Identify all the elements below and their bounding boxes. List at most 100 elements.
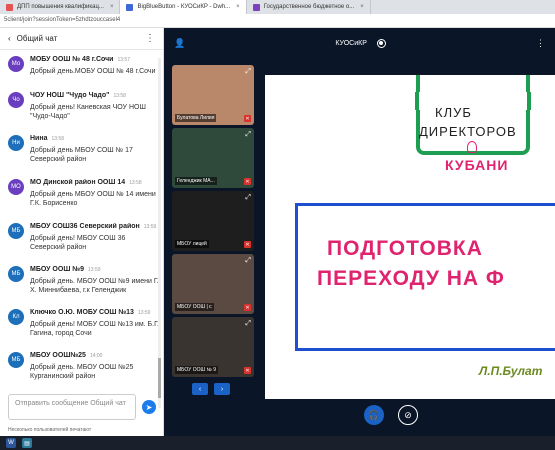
mic-off-icon: ✕ xyxy=(244,304,251,311)
participant-name: Булатова Лилия xyxy=(175,114,217,122)
close-icon[interactable]: × xyxy=(360,4,364,10)
browser-tab-bar: ДПП повышения квалификац... × BigBlueButt… xyxy=(0,0,555,14)
message-time: 13:59 xyxy=(143,224,157,230)
video-pager: ‹ › xyxy=(192,383,230,395)
typing-indicator: Несколько пользователей печатают xyxy=(8,427,92,433)
chat-scrollbar[interactable] xyxy=(158,58,161,408)
message-text: Добрый день. МБОУ ООШ №25 Курганинский р… xyxy=(30,364,134,380)
video-tile[interactable]: ⤢ МБОУ ООШ | с ✕ xyxy=(172,254,254,314)
browser-tab-dpp[interactable]: ДПП повышения квалификац... × xyxy=(0,0,121,14)
tab-label: ДПП повышения квалификац... xyxy=(17,4,104,10)
scroll-thumb[interactable] xyxy=(158,358,161,398)
users-icon[interactable]: 👤 xyxy=(174,38,185,49)
avatar: Мо xyxy=(8,56,24,72)
next-page-button[interactable]: › xyxy=(214,383,230,395)
message-time: 13:58 xyxy=(51,136,64,142)
message-author: ЧОУ НОШ "Чудо Чадо" 13:58 xyxy=(30,92,126,99)
chat-message-input[interactable]: Отправить сообщение Общий чат xyxy=(8,394,136,420)
logo-text-line1: КЛУБ xyxy=(435,105,472,120)
browser-tab-gbou[interactable]: Государственное бюджетное о... × xyxy=(247,0,371,14)
message-text: Добрый день! МОБУ СОШ №13 им. Б.Г. Гагин… xyxy=(30,321,159,337)
video-tile[interactable]: ⤢ Геленджик МА... ✕ xyxy=(172,128,254,188)
headphones-button[interactable]: 🎧 xyxy=(364,405,384,425)
record-icon[interactable] xyxy=(376,38,386,48)
mic-off-icon: ✕ xyxy=(244,367,251,374)
message-author: МБОУ СОШ36 Северский район 13:59 xyxy=(30,223,157,230)
participant-name: МБОУ лицей xyxy=(175,240,209,248)
participant-name: Геленджик МА... xyxy=(175,177,217,185)
more-options-icon[interactable]: ⋮ xyxy=(536,38,545,49)
room-name: КУОСиКР xyxy=(335,39,367,47)
close-icon[interactable]: × xyxy=(236,4,240,10)
chevron-left-icon[interactable]: ‹ xyxy=(8,34,11,43)
chat-panel: ‹ Общий чат ⋮ Мо МОБУ ООШ № 48 г.Сочи 13:… xyxy=(0,28,164,436)
avatar: МБ xyxy=(8,223,24,239)
word-icon[interactable]: W xyxy=(6,438,16,448)
message-time: 13:59 xyxy=(88,267,101,273)
video-tile[interactable]: ⤢ Булатова Лилия ✕ xyxy=(172,65,254,125)
message-time: 13:58 xyxy=(113,93,126,99)
tab-label: Государственное бюджетное о... xyxy=(263,4,355,10)
club-logo-bar xyxy=(415,92,531,110)
tab-favicon-icon xyxy=(252,3,260,11)
camera-off-icon: ⊘ xyxy=(404,409,412,420)
video-tile[interactable]: ⤢ МБОУ лицей ✕ xyxy=(172,191,254,251)
chat-header: ‹ Общий чат ⋮ xyxy=(0,28,163,50)
chat-messages: Мо МОБУ ООШ № 48 г.Сочи 13:57 Добрый день… xyxy=(0,52,162,422)
prev-page-button[interactable]: ‹ xyxy=(192,383,208,395)
send-icon: ➤ xyxy=(145,402,153,412)
presentation-slide: КЛУБ ДИРЕКТОРОВ КУБАНИ ПОДГОТОВКА ПЕРЕХО… xyxy=(265,75,555,399)
os-taskbar: W ▤ xyxy=(0,436,555,450)
mic-off-icon: ✕ xyxy=(244,241,251,248)
browser-tab-bigbluebutton[interactable]: BigBlueButton - КУОСиКР - Dwh... × xyxy=(120,0,247,14)
lightbulb-icon xyxy=(467,141,477,153)
message-author: МБОУ ООШ №9 13:59 xyxy=(30,266,101,273)
expand-icon[interactable]: ⤢ xyxy=(245,194,251,202)
tab-favicon-icon xyxy=(6,3,13,11)
media-controls: 🎧 ⊘ xyxy=(364,405,418,425)
mic-off-icon: ✕ xyxy=(244,115,251,122)
close-icon[interactable]: × xyxy=(110,4,114,10)
meeting-topbar: 👤 КУОСиКР ⋮ xyxy=(164,28,555,58)
message-time: 14:00 xyxy=(89,353,103,359)
expand-icon[interactable]: ⤢ xyxy=(245,320,251,328)
expand-icon[interactable]: ⤢ xyxy=(245,68,251,76)
message-time: 13:57 xyxy=(117,57,130,63)
address-bar[interactable]: 5client/join?sessionToken=5zhdtzouccasel… xyxy=(0,14,555,28)
slide-title-line1: ПОДГОТОВКА xyxy=(327,237,483,260)
message-text: Добрый день! МБОУ СОШ 36 Северский район xyxy=(30,235,126,251)
slide-author: Л.П.Булат xyxy=(479,364,543,378)
avatar: МБ xyxy=(8,266,24,282)
send-button[interactable]: ➤ xyxy=(142,400,156,414)
message-text: Добрый день! Каневская ЧОУ НОШ "Чудо-Чад… xyxy=(30,104,146,120)
message-text: Добрый день.МОБУ ООШ № 48 г.Сочи xyxy=(30,68,156,75)
app-icon[interactable]: ▤ xyxy=(22,438,32,448)
participant-name: МБОУ ООШ № 9 xyxy=(175,366,219,374)
expand-icon[interactable]: ⤢ xyxy=(245,131,251,139)
message-time: 13:58 xyxy=(129,180,142,186)
message-time: 13:59 xyxy=(137,310,151,316)
headphones-icon: 🎧 xyxy=(368,409,380,420)
message-author: Нина 13:58 xyxy=(30,135,64,142)
avatar: МО xyxy=(8,179,24,195)
expand-icon[interactable]: ⤢ xyxy=(245,257,251,265)
message-author: Ключко О.Ю. МОБУ СОШ №13 13:59 xyxy=(30,309,151,316)
mic-off-icon: ✕ xyxy=(244,178,251,185)
message-author: МБОУ ООШ№25 14:00 xyxy=(30,352,103,359)
logo-text-line3: КУБАНИ xyxy=(445,157,509,173)
message-author: МО Динской район ООШ 14 13:58 xyxy=(30,179,142,186)
message-author: МОБУ ООШ № 48 г.Сочи 13:57 xyxy=(30,56,130,63)
tab-favicon-icon xyxy=(126,3,134,11)
video-tile[interactable]: ⤢ МБОУ ООШ № 9 ✕ xyxy=(172,317,254,377)
meeting-area: 👤 КУОСиКР ⋮ ⤢ Булатова Лилия ✕ ⤢ Гелендж… xyxy=(164,28,555,436)
message-text: Добрый день МБОУ СОШ № 17 Северский райо… xyxy=(30,147,133,163)
chat-title: Общий чат xyxy=(16,34,58,43)
more-options-icon[interactable]: ⋮ xyxy=(145,33,155,44)
camera-button[interactable]: ⊘ xyxy=(398,405,418,425)
tab-label: BigBlueButton - КУОСиКР - Dwh... xyxy=(137,4,231,10)
avatar: Ни xyxy=(8,135,24,151)
logo-text-line2: ДИРЕКТОРОВ xyxy=(419,124,517,139)
participant-name: МБОУ ООШ | с xyxy=(175,303,214,311)
avatar: Чо xyxy=(8,92,24,108)
slide-title-line2: ПЕРЕХОДУ НА Ф xyxy=(317,267,505,290)
